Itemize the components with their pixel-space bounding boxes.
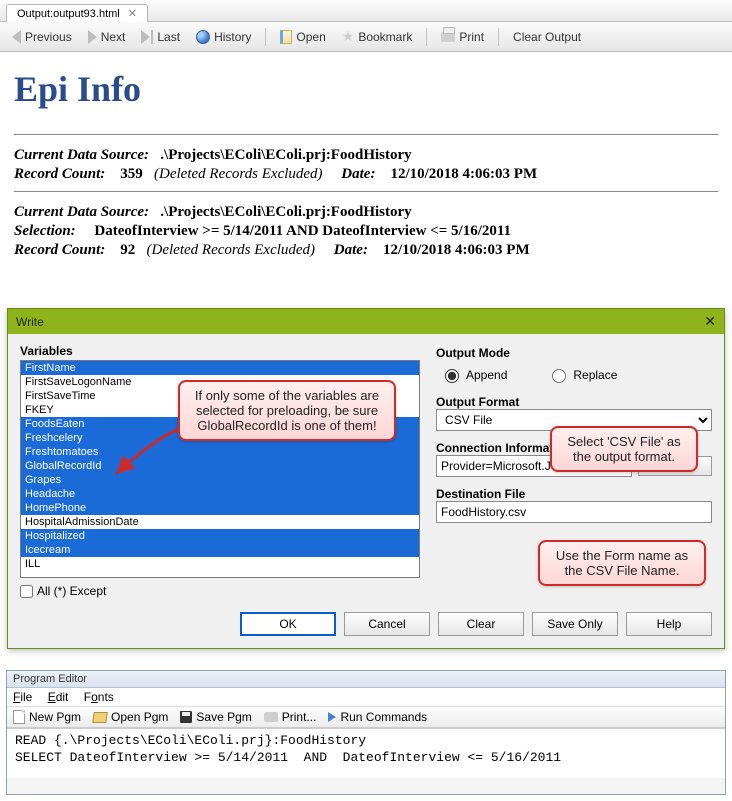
page-title: Epi Info — [14, 68, 718, 110]
list-item[interactable]: ILL — [21, 557, 419, 571]
destination-file-input[interactable] — [436, 501, 712, 523]
variables-label: Variables — [20, 344, 420, 358]
run-commands-button[interactable]: Run Commands — [328, 710, 427, 724]
history-button[interactable]: History — [190, 28, 257, 46]
last-button[interactable]: Last — [135, 28, 186, 46]
output-pane: Epi Info Current Data Source: .\Projects… — [0, 52, 732, 265]
output-mode-label: Output Mode — [436, 346, 712, 360]
separator — [426, 28, 427, 46]
clear-button[interactable]: Clear — [438, 612, 524, 636]
dialog-titlebar[interactable]: Write ✕ — [8, 309, 724, 334]
clear-output-button[interactable]: Clear Output — [507, 28, 587, 46]
arrow-icon — [108, 424, 188, 484]
toolbar: Previous Next Last History Open ★ Bookma… — [0, 22, 732, 52]
list-item[interactable]: FirstName — [21, 361, 419, 375]
program-editor-title: Program Editor — [7, 671, 725, 688]
tab-bar: Output:output93.html ✕ — [0, 0, 732, 22]
run-icon — [328, 712, 336, 722]
all-except-checkbox[interactable] — [20, 585, 33, 598]
divider — [14, 134, 718, 135]
destination-file-label: Destination File — [436, 487, 712, 501]
print-pgm-button[interactable]: Print... — [264, 710, 317, 724]
callout-variables: If only some of the variables are select… — [178, 380, 396, 441]
replace-radio[interactable]: Replace — [547, 366, 617, 383]
callout-format: Select 'CSV File' as the output format. — [550, 426, 698, 472]
previous-icon — [12, 30, 21, 44]
dialog-title: Write — [16, 315, 44, 329]
menu-file[interactable]: File — [13, 690, 32, 704]
close-icon[interactable]: ✕ — [704, 313, 716, 330]
globe-icon — [196, 30, 210, 44]
separator — [265, 28, 266, 46]
code-area[interactable]: READ {.\Projects\EColi\EColi.prj}:FoodHi… — [7, 728, 725, 778]
print-icon — [264, 712, 278, 722]
open-button[interactable]: Open — [274, 28, 331, 46]
list-item[interactable]: Headache — [21, 487, 419, 501]
program-editor-menu: File Edit Fonts — [7, 688, 725, 707]
append-radio[interactable]: Append — [440, 366, 507, 383]
list-item[interactable]: GlobalRecordId — [21, 459, 419, 473]
list-item[interactable]: Grapes — [21, 473, 419, 487]
all-except-label: All (*) Except — [37, 584, 106, 598]
cancel-button[interactable]: Cancel — [344, 612, 430, 636]
print-icon — [441, 32, 455, 42]
save-pgm-button[interactable]: Save Pgm — [180, 710, 251, 724]
next-icon — [88, 30, 97, 44]
data-source-row: Current Data Source: .\Projects\EColi\EC… — [14, 204, 718, 221]
menu-fonts[interactable]: Fonts — [84, 690, 114, 704]
callout-filename: Use the Form name as the CSV File Name. — [538, 540, 706, 586]
save-icon — [180, 711, 192, 723]
tab-output[interactable]: Output:output93.html ✕ — [6, 4, 148, 22]
open-icon — [280, 30, 292, 44]
open-pgm-button[interactable]: Open Pgm — [93, 710, 168, 724]
list-item[interactable]: HospitalAdmissionDate — [21, 515, 419, 529]
page-icon — [13, 710, 25, 724]
menu-edit[interactable]: Edit — [48, 690, 69, 704]
program-editor-toolbar: New Pgm Open Pgm Save Pgm Print... Run C… — [7, 707, 725, 728]
record-count-row: Record Count: 92 (Deleted Records Exclud… — [14, 242, 718, 259]
write-dialog: Write ✕ Variables FirstNameFirstSaveLogo… — [7, 308, 725, 649]
star-icon: ★ — [342, 28, 355, 45]
last-icon — [141, 30, 153, 44]
saveonly-button[interactable]: Save Only — [532, 612, 618, 636]
separator — [498, 28, 499, 46]
list-item[interactable]: Freshtomatoes — [21, 445, 419, 459]
ok-button[interactable]: OK — [240, 612, 336, 636]
previous-button[interactable]: Previous — [6, 28, 78, 46]
new-pgm-button[interactable]: New Pgm — [13, 710, 81, 724]
bookmark-button[interactable]: ★ Bookmark — [336, 26, 419, 47]
list-item[interactable]: Icecream — [21, 543, 419, 557]
close-icon[interactable]: ✕ — [128, 7, 137, 20]
record-count-row: Record Count: 359 (Deleted Records Exclu… — [14, 166, 718, 183]
folder-icon — [92, 712, 108, 723]
print-button[interactable]: Print — [435, 28, 490, 46]
help-button[interactable]: Help — [626, 612, 712, 636]
list-item[interactable]: Hospitalized — [21, 529, 419, 543]
program-editor: Program Editor File Edit Fonts New Pgm O… — [6, 670, 726, 795]
output-format-label: Output Format — [436, 395, 712, 409]
next-button[interactable]: Next — [82, 28, 132, 46]
tab-label: Output:output93.html — [17, 8, 120, 20]
data-source-row: Current Data Source: .\Projects\EColi\EC… — [14, 147, 718, 164]
selection-row: Selection: DateofInterview >= 5/14/2011 … — [14, 223, 718, 240]
list-item[interactable]: HomePhone — [21, 501, 419, 515]
divider — [14, 191, 718, 192]
